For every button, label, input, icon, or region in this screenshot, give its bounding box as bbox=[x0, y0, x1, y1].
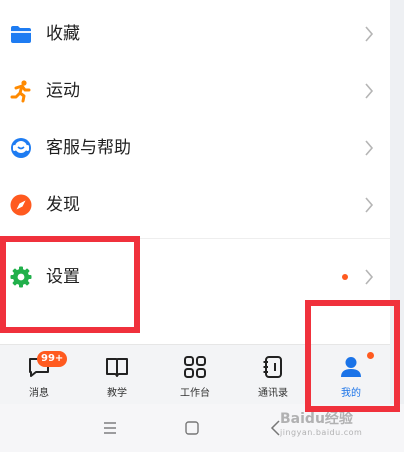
menu-item-discover[interactable]: 发现 bbox=[0, 176, 390, 233]
tab-label: 通讯录 bbox=[258, 388, 288, 399]
folder-icon bbox=[11, 25, 31, 43]
tab-label: 工作台 bbox=[180, 388, 210, 399]
book-icon bbox=[106, 358, 128, 377]
menu-item-label: 运动 bbox=[46, 80, 80, 101]
highlight-box-settings bbox=[0, 236, 140, 333]
menu-item-sports[interactable]: 运动 bbox=[0, 62, 390, 119]
chevron-right-icon bbox=[365, 139, 374, 156]
chevron-right-icon bbox=[365, 268, 374, 285]
menu-icon[interactable] bbox=[100, 418, 120, 438]
menu-item-label: 发现 bbox=[46, 194, 80, 215]
running-person-icon bbox=[10, 79, 31, 102]
notification-dot bbox=[342, 273, 348, 280]
compass-icon bbox=[10, 194, 32, 215]
home-icon[interactable] bbox=[182, 418, 202, 438]
menu-item-support[interactable]: 客服与帮助 bbox=[0, 119, 390, 176]
chevron-right-icon bbox=[365, 196, 374, 213]
tab-teaching[interactable]: 教学 bbox=[78, 345, 156, 405]
chevron-right-icon bbox=[365, 82, 374, 99]
contacts-icon bbox=[263, 356, 282, 378]
watermark-subtext: jingyan.baidu.com bbox=[280, 428, 363, 437]
unread-badge: 99+ bbox=[37, 351, 68, 367]
watermark-text: Baidu经验 bbox=[280, 411, 353, 427]
menu-item-label: 收藏 bbox=[46, 23, 80, 44]
tab-messages[interactable]: 99+ 消息 bbox=[0, 345, 78, 405]
grid-icon bbox=[184, 356, 206, 378]
tab-label: 消息 bbox=[29, 388, 49, 399]
watermark: Baidu经验 jingyan.baidu.com bbox=[280, 408, 362, 437]
tab-contacts[interactable]: 通讯录 bbox=[234, 345, 312, 405]
menu-item-label: 客服与帮助 bbox=[46, 137, 131, 158]
tab-label: 教学 bbox=[107, 388, 127, 399]
menu-item-favorites[interactable]: 收藏 bbox=[0, 5, 390, 62]
chevron-right-icon bbox=[365, 25, 374, 42]
highlight-box-me-tab bbox=[305, 300, 400, 412]
headset-icon bbox=[11, 137, 31, 158]
tab-workbench[interactable]: 工作台 bbox=[156, 345, 234, 405]
